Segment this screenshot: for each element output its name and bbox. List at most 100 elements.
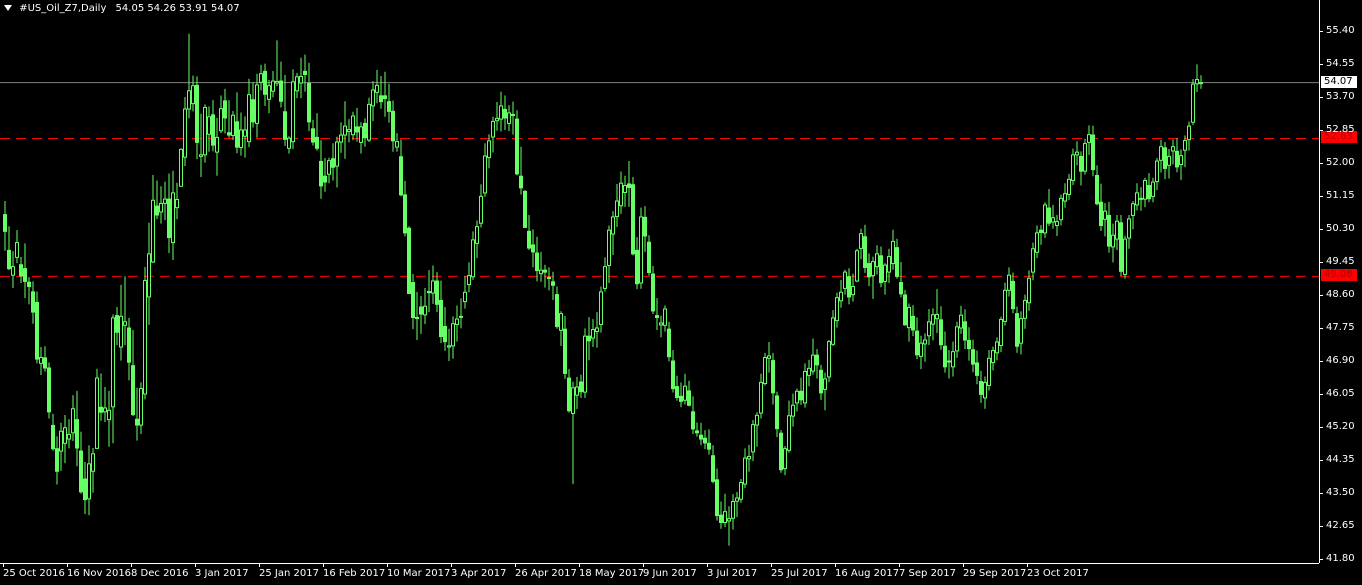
candle [719,501,723,529]
candle [775,391,779,438]
y-tick [1319,361,1323,362]
candle-body [1171,146,1175,152]
candle [943,331,947,373]
candle-body [751,424,755,453]
candle [235,92,239,154]
y-label: 46.05 [1326,388,1355,399]
candle [815,348,819,379]
y-tick [1319,460,1323,461]
x-tick [643,563,644,567]
candle-body [871,261,875,277]
candle-body [1095,174,1099,205]
candle-body [1055,221,1059,227]
candle-body [423,305,427,316]
candle [963,309,967,349]
candle-body [935,313,939,320]
price-chart-plot-area[interactable] [0,0,1319,563]
candle-body [691,411,695,430]
candle [1163,142,1167,180]
candle-body [351,115,355,136]
candle [207,106,211,152]
x-label: 18 May 2017 [579,568,645,579]
candle [747,444,751,472]
candle-body [511,113,515,116]
candle-body [239,129,243,148]
candle [1179,149,1183,181]
candle [1091,125,1095,177]
y-tick [1319,295,1323,296]
candle-body [47,367,51,413]
candle [131,329,135,417]
candle-body [31,291,35,313]
y-tick [1319,493,1323,494]
candle [199,113,203,177]
y-label: 53.70 [1326,91,1355,102]
candle [15,230,19,264]
candle [275,40,279,87]
candle-body [1023,299,1027,319]
y-label: 50.30 [1326,223,1355,234]
candle-body [255,84,259,124]
candle-body [839,291,843,302]
candle [1047,189,1051,226]
x-label: 10 Mar 2017 [387,568,451,579]
candle-body [979,381,983,395]
candle-body [75,419,79,449]
candle [1067,173,1071,200]
candle-body [611,216,615,235]
candle-body [867,263,871,278]
candle-body [547,277,551,280]
candle [575,376,579,410]
candle-body [999,318,1003,346]
candle-body [819,369,823,394]
candle [627,161,631,207]
candle-body [147,253,151,298]
candle [911,305,915,337]
candle [403,180,407,237]
candle-body [887,256,891,273]
candle-body [903,294,907,326]
candle-body [1035,232,1039,253]
candle [455,305,459,342]
candle [239,112,243,156]
candle-body [551,281,555,286]
candle [175,182,179,220]
candle [263,63,267,106]
dropdown-triangle-icon[interactable] [4,5,12,11]
y-tick [1319,31,1323,32]
candle-body [99,406,103,413]
candle-body [119,315,123,348]
candle-body [155,205,159,216]
candle [59,422,63,471]
candle-body [567,377,571,412]
candle-body [835,297,839,322]
candle [299,57,303,99]
candle-body [439,299,443,338]
candle [623,175,627,207]
candle [659,315,663,338]
candle-body [215,136,219,153]
candle [223,88,227,134]
candle-body [403,194,407,234]
candle [127,317,131,381]
candlestick-chart-svg[interactable] [0,0,1319,563]
candle-body [1191,83,1195,123]
chart-header: #US_Oil_Z7,Daily 54.05 54.26 53.91 54.07 [4,2,240,16]
candle-body [983,381,987,399]
candle [975,350,979,385]
candle-body [1147,185,1151,200]
candle-body [1115,220,1119,240]
candle [707,429,711,455]
y-tick [1319,97,1323,98]
y-label: 45.20 [1326,421,1355,432]
candle-body [111,317,115,408]
candle [1167,149,1171,179]
candle-body [539,269,543,275]
candle [799,377,803,405]
candle-body [639,216,643,284]
candle [407,226,411,294]
candle-body [467,275,471,286]
x-label: 3 Apr 2017 [451,568,507,579]
candle-body [883,264,887,282]
candle [743,448,747,488]
